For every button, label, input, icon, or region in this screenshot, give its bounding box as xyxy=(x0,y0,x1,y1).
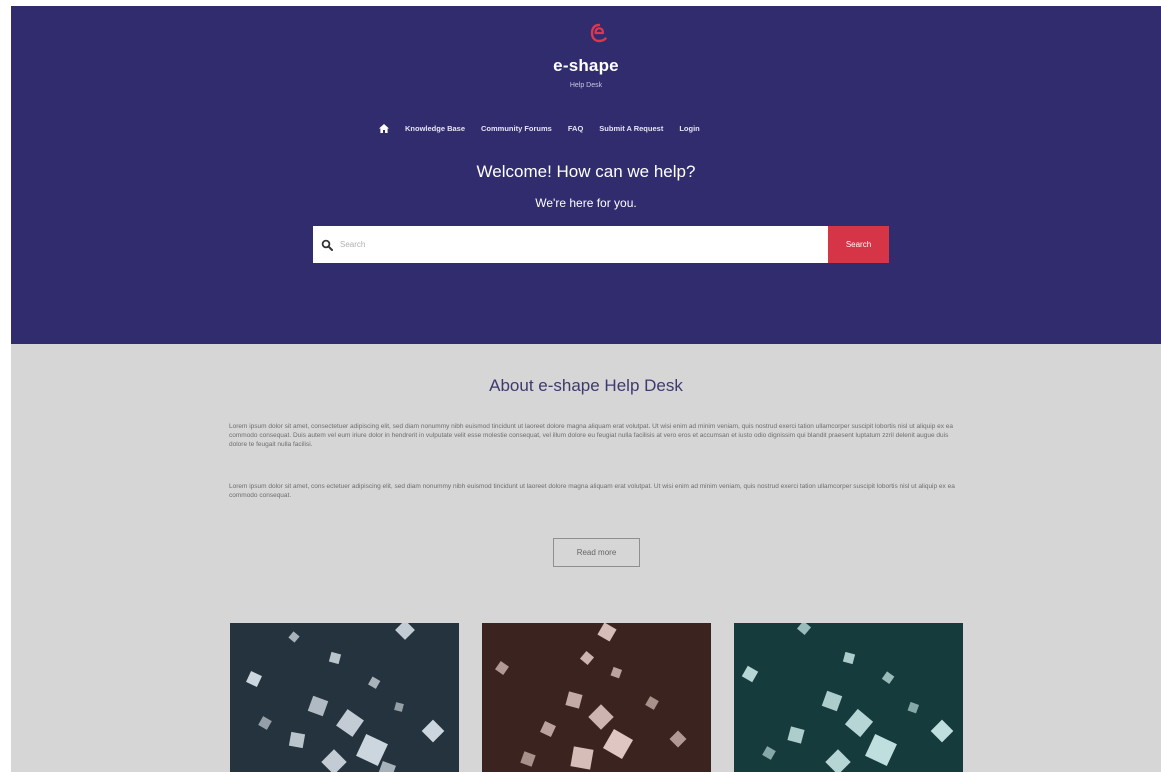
e-shape-logo-icon[interactable] xyxy=(589,22,609,44)
search-icon xyxy=(321,239,333,251)
about-title: About e-shape Help Desk xyxy=(489,376,683,395)
hero-header: e-shape Help Desk Knowledge Base Communi… xyxy=(11,6,1161,344)
main-nav: Knowledge Base Community Forums FAQ Subm… xyxy=(379,120,700,136)
page: e-shape Help Desk Knowledge Base Communi… xyxy=(11,6,1161,772)
hero-tagline: We're here for you. xyxy=(535,196,637,210)
card-image-1 xyxy=(230,623,459,772)
brand-subtitle: Help Desk xyxy=(569,82,603,89)
nav-community-forums[interactable]: Community Forums xyxy=(481,124,552,133)
about-paragraph-2: Lorem ipsum dolor sit amet, cons ectetue… xyxy=(229,483,955,499)
home-icon[interactable] xyxy=(379,123,389,133)
search-button[interactable]: Search xyxy=(828,226,889,263)
nav-login[interactable]: Login xyxy=(679,124,699,133)
card-image-3 xyxy=(734,623,963,772)
nav-faq[interactable]: FAQ xyxy=(568,124,583,133)
search-input[interactable] xyxy=(338,239,812,250)
nav-submit-a-request[interactable]: Submit A Request xyxy=(599,124,663,133)
category-card-1[interactable] xyxy=(230,623,459,772)
read-more-button[interactable]: Read more xyxy=(553,538,640,567)
nav-knowledge-base[interactable]: Knowledge Base xyxy=(405,124,465,133)
about-paragraph-1: Lorem ipsum dolor sit amet, consectetuer… xyxy=(229,423,954,448)
brand-name[interactable]: e-shape xyxy=(11,56,1161,76)
search-bar xyxy=(313,226,829,263)
welcome-heading: Welcome! How can we help? xyxy=(476,162,696,181)
about-section: About e-shape Help Desk Lorem ipsum dolo… xyxy=(11,344,1161,772)
category-card-3[interactable] xyxy=(734,623,963,772)
category-card-2[interactable] xyxy=(482,623,711,772)
card-image-2 xyxy=(482,623,711,772)
